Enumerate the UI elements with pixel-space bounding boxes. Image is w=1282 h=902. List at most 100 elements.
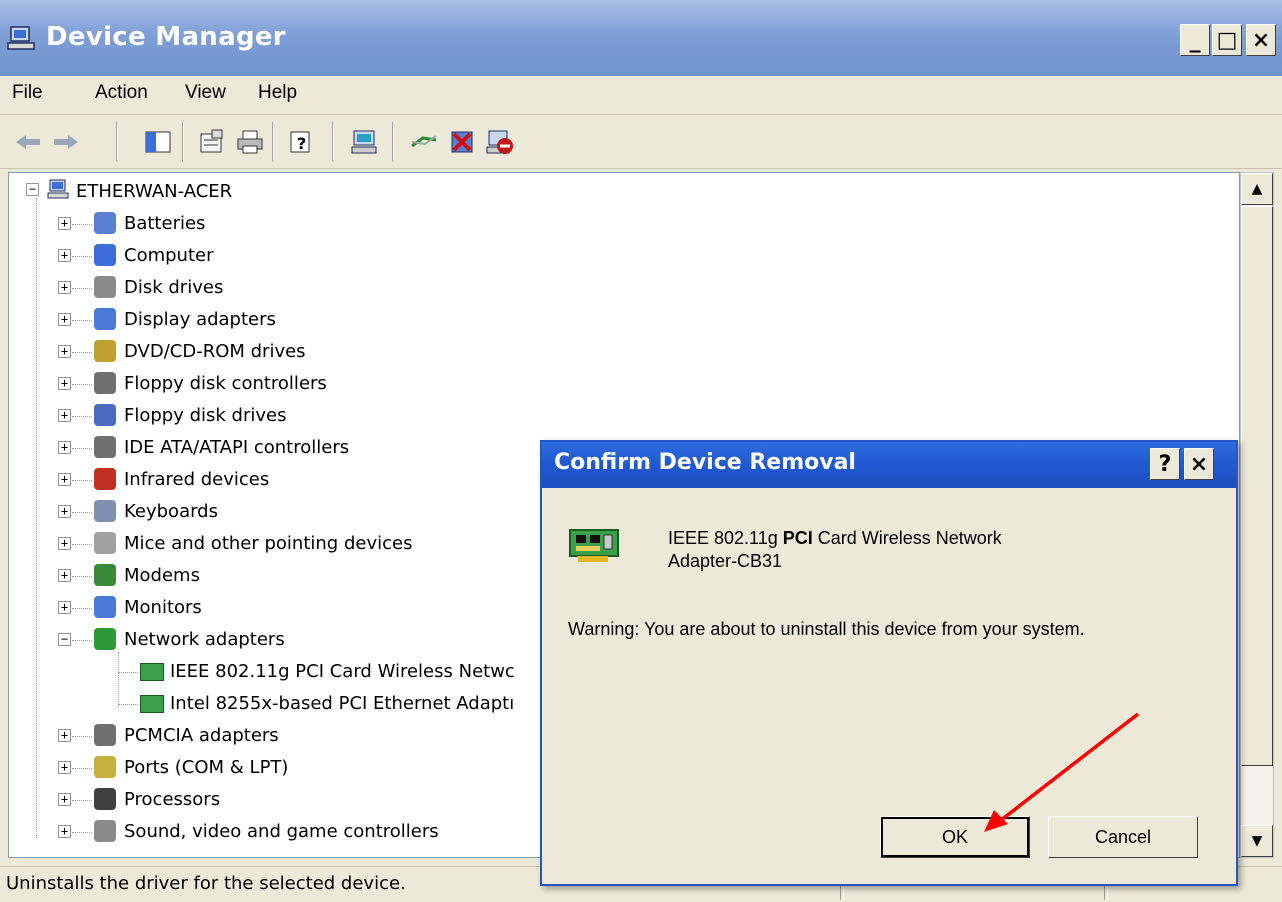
tree-connector [72,544,92,545]
tree-item[interactable]: PCMCIA adapters [124,720,279,750]
tree-connector [72,480,92,481]
scroll-up-button[interactable]: ▲ [1241,173,1273,205]
maximize-button[interactable]: □ [1212,24,1242,56]
disable-icon[interactable] [482,124,518,160]
tree-item[interactable]: Keyboards [124,496,218,526]
tree-root-label[interactable]: ETHERWAN-ACER [76,176,232,206]
device-category-icon [94,724,116,746]
expand-toggle[interactable]: + [58,473,71,486]
menu-file[interactable]: File [12,82,43,104]
tree-item[interactable]: Ports (COM & LPT) [124,752,288,782]
update-driver-icon[interactable] [406,124,442,160]
expand-toggle[interactable]: + [58,505,71,518]
expand-toggle[interactable]: + [58,537,71,550]
device-category-icon [94,436,116,458]
menu-action[interactable]: Action [95,82,148,104]
device-category-icon [94,212,116,234]
device-name-line2: Adapter-CB31 [668,551,783,571]
expand-toggle[interactable]: + [58,377,71,390]
tree-item[interactable]: Processors [124,784,220,814]
expand-toggle[interactable]: + [58,217,71,230]
tree-connector [72,736,92,737]
tree-item[interactable]: Mice and other pointing devices [124,528,412,558]
tree-item[interactable]: Modems [124,560,200,590]
tree-child-item[interactable]: Intel 8255x-based PCI Ethernet Adaptı [170,688,514,718]
tree-item[interactable]: Monitors [124,592,202,622]
tree-item[interactable]: Disk drives [124,272,223,302]
tree-connector [72,832,92,833]
expand-toggle[interactable]: + [58,761,71,774]
toolbar-separator [272,122,274,162]
expand-toggle[interactable]: + [58,569,71,582]
tree-item[interactable]: Computer [124,240,213,270]
tree-connector [72,640,92,641]
uninstall-icon[interactable] [444,124,480,160]
tree-item[interactable]: Display adapters [124,304,276,334]
expand-toggle[interactable]: − [58,633,71,646]
tree-connector [72,256,92,257]
device-category-icon [94,756,116,778]
network-card-icon [140,663,164,681]
expand-toggle[interactable]: + [58,601,71,614]
tree-item[interactable]: Infrared devices [124,464,269,494]
menu-view[interactable]: View [185,82,226,104]
tree-item[interactable]: Sound, video and game controllers [124,816,439,846]
expand-toggle[interactable]: + [58,249,71,262]
expand-toggle[interactable]: + [58,825,71,838]
annotation-arrow [984,712,1140,832]
tree-item[interactable]: Floppy disk drives [124,400,286,430]
dialog-close-button[interactable]: × [1184,448,1214,480]
tree-connector [72,320,92,321]
device-category-icon [94,276,116,298]
tree-item[interactable]: DVD/CD-ROM drives [124,336,306,366]
device-manager-window: Device Manager _ □ × File Action View He… [0,0,1282,902]
computer-icon [47,179,69,199]
tree-connector [72,576,92,577]
expand-toggle[interactable]: + [58,313,71,326]
tree-connector [72,800,92,801]
toolbar-separator [392,122,394,162]
device-name: IEEE 802.11g PCI Card Wireless Network [668,528,1002,548]
device-category-icon [94,596,116,618]
tree-item[interactable]: Network adapters [124,624,285,654]
tree-connector [72,288,92,289]
properties-icon[interactable] [194,124,230,160]
scan-hardware-icon[interactable] [346,124,382,160]
device-category-icon [94,820,116,842]
root-collapse-toggle[interactable]: − [26,183,39,196]
tree-connector [118,652,119,708]
expand-toggle[interactable]: + [58,409,71,422]
tree-connector [72,448,92,449]
window-title: Device Manager [46,22,286,52]
expand-toggle[interactable]: + [58,281,71,294]
close-button[interactable]: × [1246,24,1276,56]
tree-connector [72,608,92,609]
expand-toggle[interactable]: + [58,729,71,742]
minimize-button[interactable]: _ [1180,24,1210,56]
device-category-icon [94,532,116,554]
forward-arrow-icon[interactable] [48,124,84,160]
show-hide-tree-icon[interactable] [140,124,176,160]
device-category-icon [94,468,116,490]
print-icon[interactable] [232,124,268,160]
expand-toggle[interactable]: + [58,345,71,358]
tree-connector [72,224,92,225]
expand-toggle[interactable]: + [58,441,71,454]
tree-child-item[interactable]: IEEE 802.11g PCI Card Wireless Netwc [170,656,515,686]
help-icon[interactable]: ? [284,124,320,160]
device-category-icon [94,564,116,586]
device-category-icon [94,340,116,362]
scroll-down-button[interactable]: ▼ [1241,825,1273,857]
status-text: Uninstalls the driver for the selected d… [6,873,406,894]
tree-item[interactable]: Batteries [124,208,205,238]
tree-item[interactable]: Floppy disk controllers [124,368,327,398]
device-category-icon [94,244,116,266]
scroll-thumb[interactable] [1241,206,1273,766]
tree-connector [72,416,92,417]
back-arrow-icon[interactable] [10,124,46,160]
tree-connector [72,768,92,769]
menu-help[interactable]: Help [258,82,297,104]
tree-item[interactable]: IDE ATA/ATAPI controllers [124,432,349,462]
expand-toggle[interactable]: + [58,793,71,806]
dialog-help-button[interactable]: ? [1150,448,1180,480]
